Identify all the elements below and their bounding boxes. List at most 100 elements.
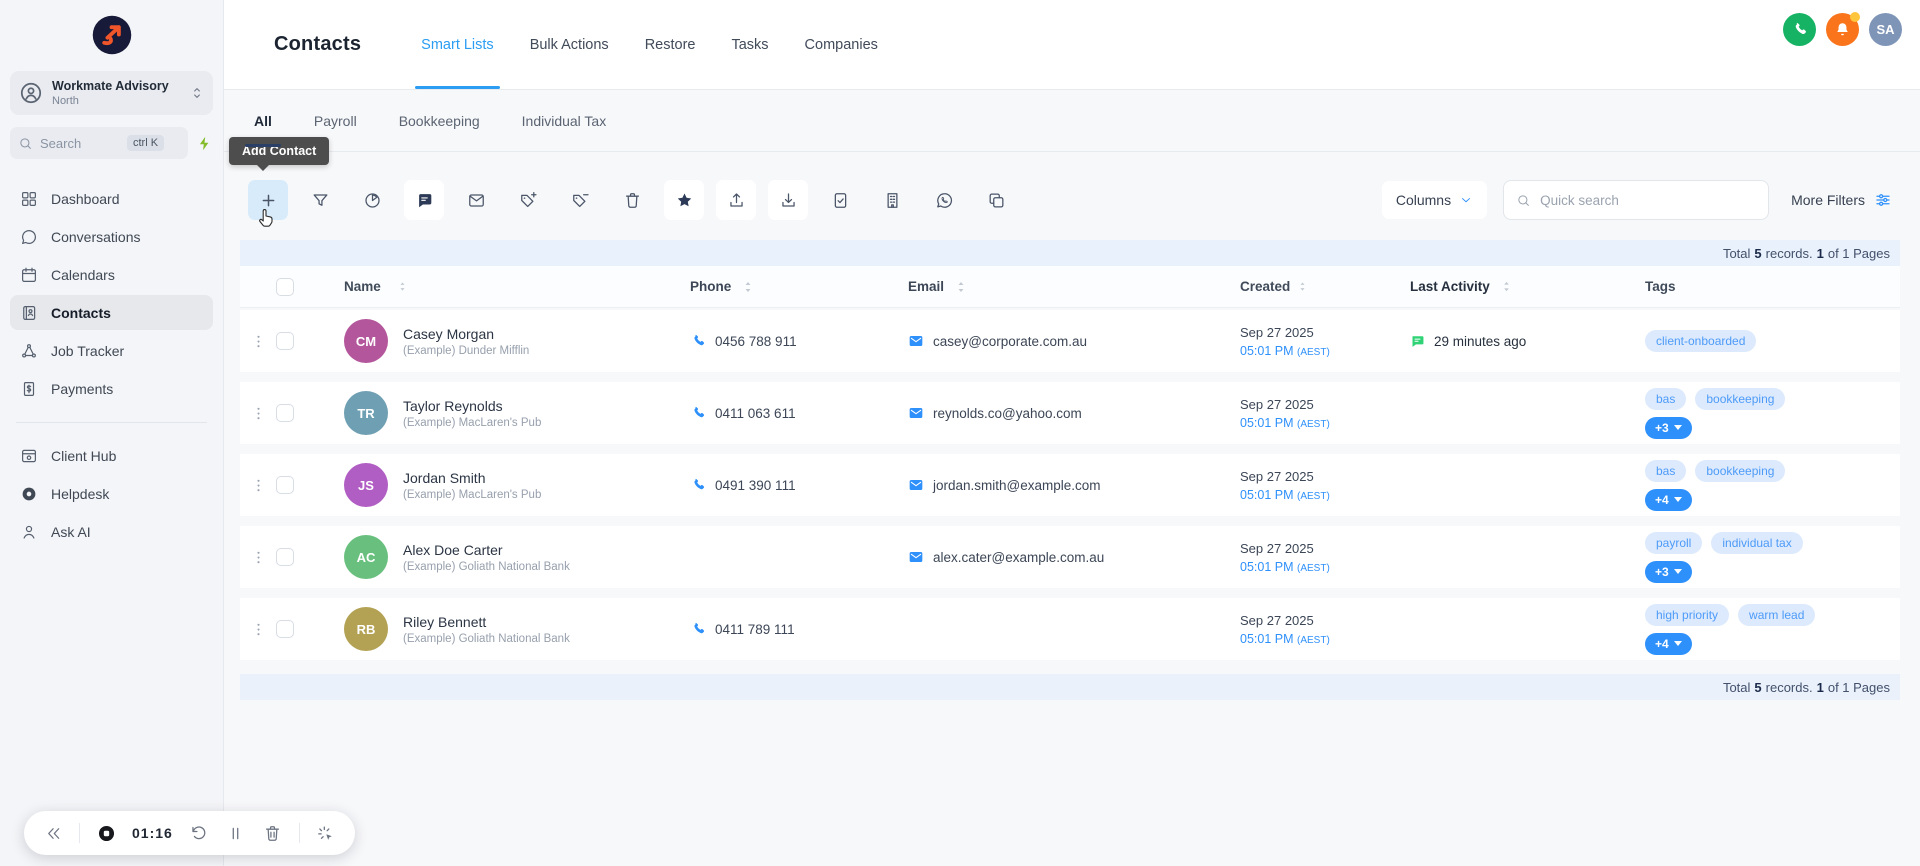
sidebar-item-dashboard[interactable]: Dashboard — [10, 181, 213, 216]
tab-companies[interactable]: Companies — [805, 0, 878, 89]
filter-button[interactable] — [300, 180, 340, 220]
pause-recording-icon[interactable] — [225, 822, 247, 844]
row-checkbox[interactable] — [276, 476, 294, 494]
tag-pill[interactable]: bookkeeping — [1695, 387, 1786, 410]
column-header-created[interactable]: Created — [1210, 279, 1380, 294]
smart-list-tab-all[interactable]: All — [245, 90, 281, 152]
tag-pill[interactable]: bas — [1645, 459, 1687, 482]
more-tags-pill[interactable]: +3 — [1645, 416, 1692, 439]
contact-name-cell[interactable]: TR Taylor Reynolds (Example) MacLaren's Pu… — [320, 391, 660, 435]
row-checkbox[interactable] — [276, 404, 294, 422]
quick-search[interactable] — [1503, 180, 1770, 220]
row-checkbox[interactable] — [276, 332, 294, 350]
sms-button[interactable] — [404, 180, 444, 220]
row-menu-kebab-icon[interactable] — [240, 621, 276, 638]
whatsapp-button[interactable] — [924, 180, 964, 220]
smart-list-tab-bookkeeping[interactable]: Bookkeeping — [399, 90, 480, 152]
more-filters-button[interactable]: More Filters — [1785, 191, 1898, 209]
call-button[interactable] — [1783, 13, 1816, 46]
company-button[interactable] — [872, 180, 912, 220]
magic-cursor-icon[interactable] — [315, 822, 337, 844]
export-button[interactable] — [716, 180, 756, 220]
chevron-up-down-icon — [194, 88, 200, 98]
tag-pill[interactable]: individual tax — [1711, 531, 1803, 554]
location-user-icon — [20, 82, 42, 104]
column-header-phone[interactable]: Phone — [660, 279, 880, 295]
row-checkbox[interactable] — [276, 620, 294, 638]
sidebar-item-contacts[interactable]: Contacts — [10, 295, 213, 330]
sidebar-item-ask-ai[interactable]: Ask AI — [10, 514, 213, 549]
copy-button[interactable] — [976, 180, 1016, 220]
merge-button[interactable] — [820, 180, 860, 220]
email-filled-icon — [909, 480, 923, 490]
contact-name-cell[interactable]: RB Riley Bennett (Example) Goliath Nationa… — [320, 607, 660, 651]
tag-pill[interactable]: high priority — [1645, 603, 1730, 626]
row-checkbox[interactable] — [276, 548, 294, 566]
collapse-icon[interactable] — [42, 822, 64, 844]
more-tags-pill[interactable]: +4 — [1645, 488, 1692, 511]
tag-pill[interactable]: client-onboarded — [1645, 330, 1757, 352]
tab-bulk-actions[interactable]: Bulk Actions — [530, 0, 609, 89]
column-header-email[interactable]: Email — [880, 279, 1210, 295]
phone-icon — [694, 478, 705, 490]
column-header-tags[interactable]: Tags — [1615, 279, 1900, 294]
quick-actions-lightning-icon[interactable] — [196, 135, 213, 152]
delete-recording-icon[interactable] — [262, 822, 284, 844]
user-avatar[interactable]: SA — [1869, 13, 1902, 46]
email-cell[interactable]: casey@corporate.com.au — [880, 333, 1210, 349]
sidebar-item-calendars[interactable]: Calendars — [10, 257, 213, 292]
add-tag-button[interactable] — [508, 180, 548, 220]
sidebar-search-input[interactable] — [40, 135, 120, 151]
select-all-checkbox[interactable] — [276, 277, 294, 296]
column-header-name[interactable]: Name — [320, 279, 660, 294]
location-switcher[interactable]: Workmate Advisory North — [10, 71, 213, 115]
contact-name-cell[interactable]: JS Jordan Smith (Example) MacLaren's Pub — [320, 463, 660, 507]
tag-pill[interactable]: bas — [1645, 387, 1687, 410]
tag-pill[interactable]: payroll — [1645, 531, 1703, 554]
delete-icon — [625, 192, 639, 208]
email-cell[interactable]: jordan.smith@example.com — [880, 477, 1210, 493]
restart-recording-icon[interactable] — [188, 822, 210, 844]
remove-tag-button[interactable] — [560, 180, 600, 220]
phone-cell[interactable]: 0411 789 111 — [660, 621, 880, 637]
tab-smart-lists[interactable]: Smart Lists — [415, 0, 500, 89]
column-header-last-activity[interactable]: Last Activity — [1380, 279, 1615, 294]
notifications-button[interactable] — [1826, 12, 1860, 46]
smart-list-tab-individual-tax[interactable]: Individual Tax — [522, 90, 607, 152]
more-tags-pill[interactable]: +3 — [1645, 560, 1692, 583]
delete-button[interactable] — [612, 180, 652, 220]
tag-pill[interactable]: warm lead — [1738, 603, 1816, 626]
tag-pill[interactable]: bookkeeping — [1695, 459, 1786, 482]
contact-name-cell[interactable]: AC Alex Doe Carter (Example) Goliath Natio… — [320, 535, 660, 579]
phone-cell[interactable]: 0411 063 611 — [660, 405, 880, 421]
sidebar-search[interactable]: ctrl K — [10, 127, 188, 159]
star-button[interactable] — [664, 180, 704, 220]
created-cell: Sep 27 2025 05:01 PM (AEST) — [1240, 468, 1330, 502]
row-menu-kebab-icon[interactable] — [240, 405, 276, 422]
import-button[interactable] — [768, 180, 808, 220]
row-menu-kebab-icon[interactable] — [240, 549, 276, 566]
contact-name: Casey Morgan — [403, 325, 495, 342]
campaign-button[interactable] — [352, 180, 392, 220]
email-cell[interactable]: reynolds.co@yahoo.com — [880, 405, 1210, 421]
columns-button[interactable]: Columns — [1381, 181, 1488, 219]
row-menu-kebab-icon[interactable] — [240, 333, 276, 350]
search-icon — [1518, 194, 1529, 206]
sidebar-item-job-tracker[interactable]: Job Tracker — [10, 333, 213, 368]
phone-cell[interactable]: 0491 390 111 — [660, 477, 880, 493]
sidebar-item-client-hub[interactable]: Client Hub — [10, 438, 213, 473]
sidebar-item-helpdesk[interactable]: Helpdesk — [10, 476, 213, 511]
phone-cell[interactable]: 0456 788 911 — [660, 333, 880, 349]
stop-recording-button[interactable] — [95, 822, 117, 844]
tab-restore[interactable]: Restore — [645, 0, 696, 89]
more-tags-pill[interactable]: +4 — [1645, 632, 1692, 655]
row-menu-kebab-icon[interactable] — [240, 477, 276, 494]
quick-search-input[interactable] — [1540, 192, 1757, 208]
sidebar-item-conversations[interactable]: Conversations — [10, 219, 213, 254]
email-button[interactable] — [456, 180, 496, 220]
email-cell[interactable]: alex.cater@example.com.au — [880, 549, 1210, 565]
smart-list-tab-payroll[interactable]: Payroll — [314, 90, 357, 152]
sidebar-item-payments[interactable]: Payments — [10, 371, 213, 406]
contact-name-cell[interactable]: CM Casey Morgan (Example) Dunder Mifflin — [320, 319, 660, 363]
tab-tasks[interactable]: Tasks — [731, 0, 768, 89]
